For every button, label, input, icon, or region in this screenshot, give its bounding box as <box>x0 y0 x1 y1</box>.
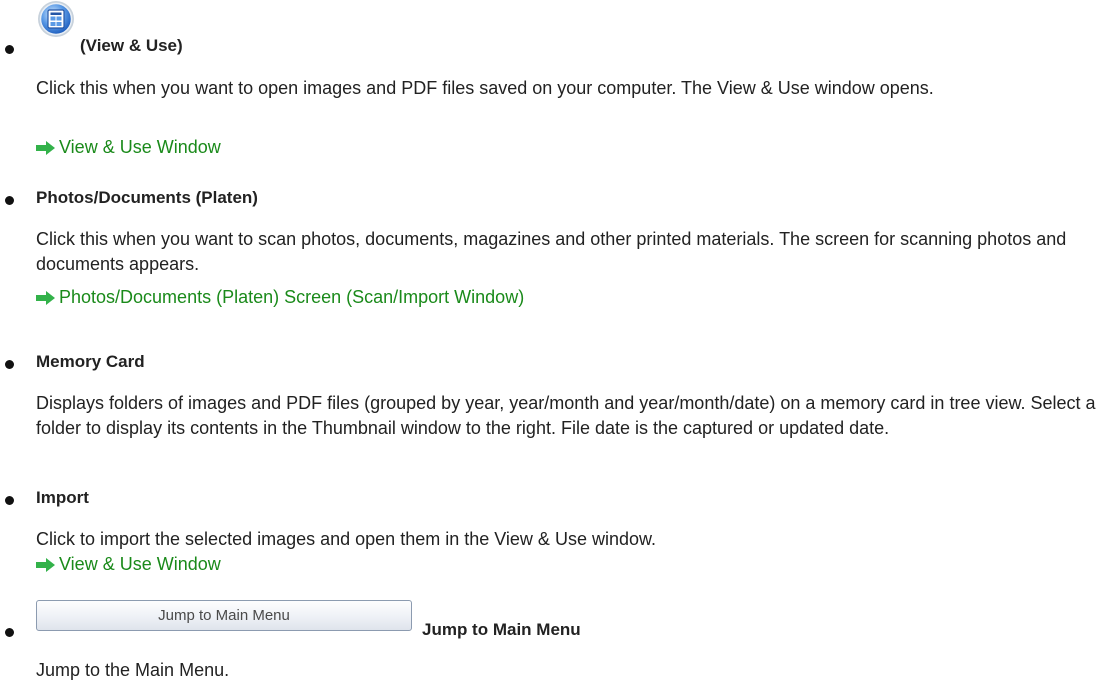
bullet <box>5 628 14 637</box>
bullet <box>5 196 14 205</box>
item-heading: Memory Card <box>36 352 145 371</box>
item-description: Click this when you want to scan photos,… <box>36 229 1067 274</box>
item-description: Displays folders of images and PDF files… <box>36 393 1096 438</box>
item-description: Click to import the selected images and … <box>36 529 656 549</box>
item-heading: Jump to Main Menu <box>422 620 581 639</box>
list-item-photos-documents: Photos/Documents (Platen) Click this whe… <box>0 186 1110 307</box>
bullet <box>5 496 14 505</box>
link-label: Photos/Documents (Platen) Screen (Scan/I… <box>59 287 525 307</box>
arrow-right-icon <box>36 140 55 155</box>
link-label: View & Use Window <box>59 137 221 157</box>
bullet <box>5 45 14 54</box>
list-item-import: Import Click to import the selected imag… <box>0 486 1110 596</box>
arrow-right-icon <box>36 557 55 572</box>
list-item-jump-to-main-menu: Jump to Main Menu Jump to Main Menu Jump… <box>0 600 1110 692</box>
arrow-right-icon <box>36 290 55 305</box>
view-and-use-icon[interactable] <box>36 0 76 38</box>
bullet <box>5 360 14 369</box>
list-item-view-and-use: (View & Use) Click this when you want to… <box>0 0 1110 157</box>
item-heading: Import <box>36 488 89 507</box>
item-description: Jump to the Main Menu. <box>36 660 230 680</box>
link-view-and-use-window[interactable]: View & Use Window <box>36 552 221 577</box>
list-item-memory-card: Memory Card Displays folders of images a… <box>0 350 1110 470</box>
jump-to-main-menu-button[interactable]: Jump to Main Menu <box>36 600 412 631</box>
item-heading: Photos/Documents (Platen) <box>36 188 258 207</box>
item-heading: (View & Use) <box>80 36 183 55</box>
item-description: Click this when you want to open images … <box>36 78 934 98</box>
link-view-and-use-window[interactable]: View & Use Window <box>36 135 221 160</box>
link-photos-documents-screen[interactable]: Photos/Documents (Platen) Screen (Scan/I… <box>36 285 524 310</box>
link-label: View & Use Window <box>59 554 221 574</box>
